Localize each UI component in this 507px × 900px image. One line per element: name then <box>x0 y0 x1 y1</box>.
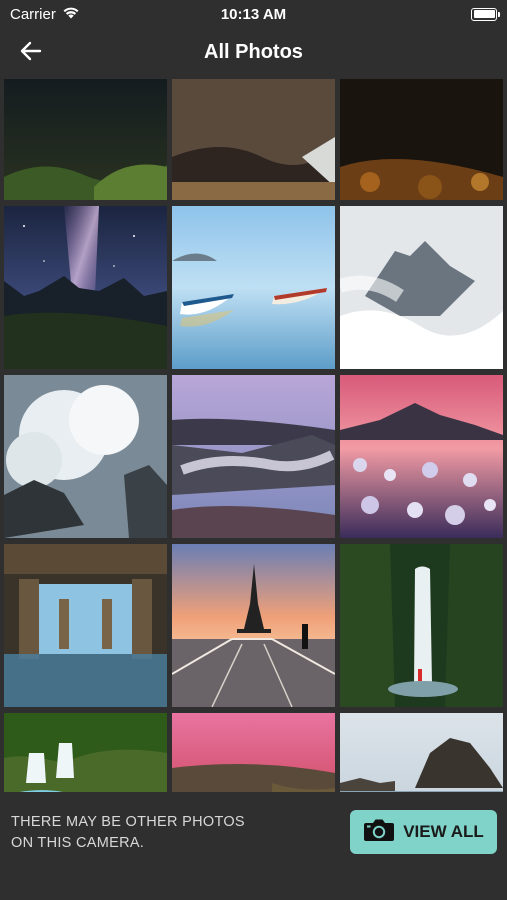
frozen-lake-thumbnail <box>340 375 503 538</box>
battery-fill <box>473 10 495 18</box>
photo-canyon[interactable] <box>172 713 335 792</box>
back-button[interactable] <box>14 36 48 70</box>
wave-thumbnail <box>4 375 167 538</box>
battery-icon <box>471 7 500 21</box>
photo-grid <box>4 79 503 792</box>
arrow-left-icon <box>20 41 42 66</box>
waterfall-thumbnail <box>340 544 503 707</box>
boats-thumbnail <box>172 206 335 369</box>
footer: THERE MAY BE OTHER PHOTOS ON THIS CAMERA… <box>0 792 507 900</box>
rocky-shore-thumbnail <box>172 79 335 200</box>
camera-icon <box>363 818 395 847</box>
photo-falls[interactable] <box>4 713 167 792</box>
view-all-label: VIEW ALL <box>403 822 484 841</box>
photo-wave[interactable] <box>4 375 167 538</box>
pier-thumbnail <box>4 544 167 707</box>
nav-bar: All Photos <box>0 28 507 76</box>
photo-waterfall[interactable] <box>340 544 503 707</box>
photo-grid-scroll[interactable] <box>0 79 507 792</box>
status-bar: Carrier 10:13 AM <box>0 0 507 28</box>
milky-way-thumbnail <box>4 206 167 369</box>
coast-cascade-thumbnail <box>172 375 335 538</box>
photo-sea-stack[interactable] <box>340 713 503 792</box>
misty-peak-thumbnail <box>340 206 503 369</box>
night-grass-thumbnail <box>4 79 167 200</box>
carrier-label: Carrier <box>10 5 56 23</box>
photo-partial-2[interactable] <box>172 79 335 200</box>
footer-note: THERE MAY BE OTHER PHOTOS ON THIS CAMERA… <box>11 814 245 851</box>
photo-milky-way[interactable] <box>4 206 167 369</box>
status-left: Carrier <box>10 6 80 23</box>
photo-boats[interactable] <box>172 206 335 369</box>
sea-stack-thumbnail <box>340 713 503 792</box>
canyon-thumbnail <box>172 713 335 792</box>
photo-misty-peak[interactable] <box>340 206 503 369</box>
wifi-icon <box>62 6 80 23</box>
photo-pier[interactable] <box>4 544 167 707</box>
page-title: All Photos <box>204 40 303 63</box>
autumn-dark-thumbnail <box>340 79 503 200</box>
eiffel-thumbnail <box>172 544 335 707</box>
photo-coast-cascade[interactable] <box>172 375 335 538</box>
photo-eiffel[interactable] <box>172 544 335 707</box>
photo-frozen-lake[interactable] <box>340 375 503 538</box>
photo-partial-1[interactable] <box>4 79 167 200</box>
falls-thumbnail <box>4 713 167 792</box>
view-all-button[interactable]: VIEW ALL <box>350 810 497 854</box>
photo-partial-3[interactable] <box>340 79 503 200</box>
